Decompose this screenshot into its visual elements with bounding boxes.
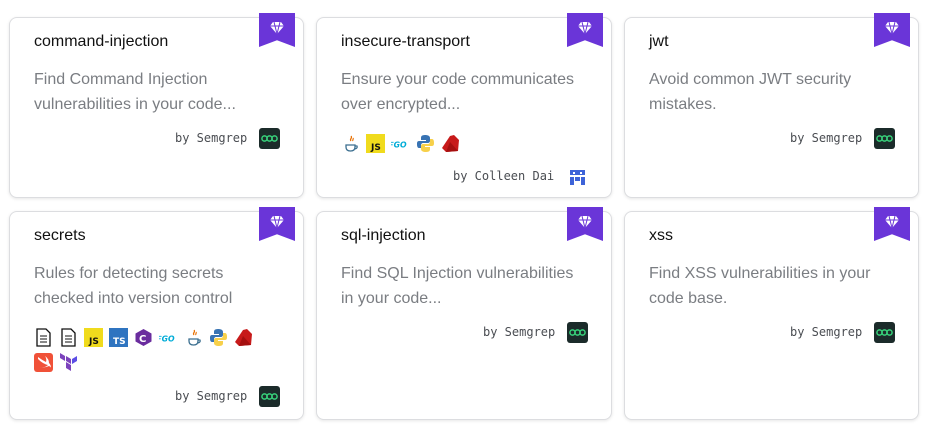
card-author: by Semgrep: [175, 389, 248, 403]
card-author: by Semgrep: [790, 325, 863, 339]
gem-ribbon-icon: [567, 13, 603, 47]
python-icon: [416, 134, 435, 153]
typescript-icon: TS: [109, 328, 128, 347]
gem-ribbon-icon: [259, 13, 295, 47]
generic-file-icon: [34, 328, 53, 347]
card-description: Ensure your code communicates over encry…: [341, 71, 574, 113]
card-title[interactable]: command-injection: [34, 33, 168, 51]
ruleset-card-command-injection[interactable]: command-injection Find Command Injection…: [9, 13, 304, 198]
card-author: by Colleen Dai: [453, 169, 555, 183]
go-icon: GO: [391, 134, 410, 153]
gem-ribbon-icon: [874, 13, 910, 47]
card-author: by Semgrep: [483, 325, 556, 339]
card-description: Find SQL Injection vulnerabilities in yo…: [341, 265, 574, 307]
card-title[interactable]: xss: [649, 227, 673, 245]
card-description: Rules for detecting secrets checked into…: [34, 265, 233, 307]
ruby-icon: [234, 328, 253, 347]
ruby-icon: [441, 134, 460, 153]
ruleset-card-insecure-transport[interactable]: insecure-transport Ensure your code comm…: [316, 13, 612, 198]
semgrep-logo-icon: [874, 322, 895, 343]
swift-icon: [34, 353, 53, 372]
gem-ribbon-icon: [874, 207, 910, 241]
card-title[interactable]: insecure-transport: [341, 33, 470, 51]
javascript-icon: JS: [84, 328, 103, 347]
csharp-icon: C: [134, 328, 153, 347]
go-icon: GO: [159, 328, 178, 347]
javascript-icon: JS: [366, 134, 385, 153]
java-icon: [341, 134, 360, 153]
ruleset-card-secrets[interactable]: secrets Rules for detecting secrets chec…: [9, 207, 304, 420]
card-description: Find XSS vulnerabilities in your code ba…: [649, 265, 871, 307]
ruleset-card-jwt[interactable]: jwt Avoid common JWT security mistakes. …: [624, 13, 919, 198]
card-title[interactable]: jwt: [649, 33, 669, 51]
ruleset-card-sql-injection[interactable]: sql-injection Find SQL Injection vulnera…: [316, 207, 612, 420]
svg-text:C: C: [139, 334, 146, 345]
semgrep-logo-icon: [259, 128, 280, 149]
card-title[interactable]: sql-injection: [341, 227, 425, 245]
semgrep-logo-icon: [259, 386, 280, 407]
language-icons: JS TS C GO: [34, 328, 264, 372]
card-description: Avoid common JWT security mistakes.: [649, 71, 852, 113]
card-author: by Semgrep: [175, 131, 248, 145]
python-icon: [209, 328, 228, 347]
card-description: Find Command Injection vulnerabilities i…: [34, 71, 236, 113]
generic-file-icon: [59, 328, 78, 347]
card-author: by Semgrep: [790, 131, 863, 145]
svg-text:GO: GO: [162, 334, 175, 343]
semgrep-logo-icon: [874, 128, 895, 149]
semgrep-logo-icon: [567, 322, 588, 343]
java-icon: [184, 328, 203, 347]
svg-text:JS: JS: [370, 143, 381, 153]
user-avatar-icon: [567, 166, 588, 187]
gem-ribbon-icon: [567, 207, 603, 241]
card-title[interactable]: secrets: [34, 227, 86, 245]
svg-text:TS: TS: [113, 337, 126, 347]
svg-text:JS: JS: [88, 337, 99, 347]
ruleset-card-xss[interactable]: xss Find XSS vulnerabilities in your cod…: [624, 207, 919, 420]
language-icons: JS GO: [341, 134, 571, 153]
svg-text:GO: GO: [394, 140, 407, 149]
terraform-icon: [59, 353, 78, 372]
gem-ribbon-icon: [259, 207, 295, 241]
